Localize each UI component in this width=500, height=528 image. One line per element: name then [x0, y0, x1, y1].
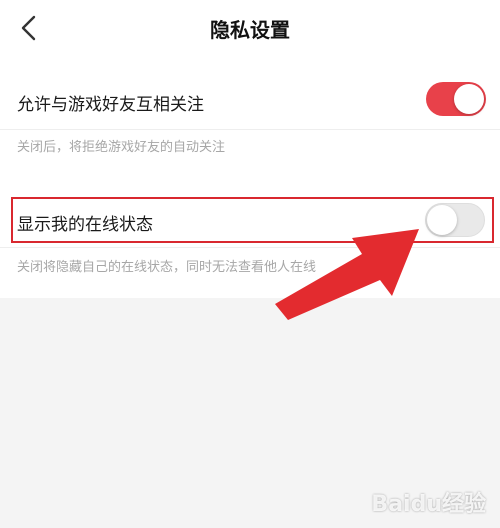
setting-label-online-status: 显示我的在线状态 — [17, 215, 153, 235]
page-title: 隐私设置 — [210, 18, 290, 42]
online-status-toggle[interactable] — [425, 203, 485, 237]
header-bar: 隐私设置 — [0, 0, 500, 58]
divider — [0, 129, 500, 130]
setting-description-mutual-follow: 关闭后，将拒绝游戏好友的自动关注 — [17, 140, 226, 155]
mutual-follow-toggle[interactable] — [426, 82, 486, 116]
settings-panel: 允许与游戏好友互相关注 关闭后，将拒绝游戏好友的自动关注 显示我的在线状态 关闭… — [0, 58, 500, 298]
setting-description-online-status: 关闭将隐藏自己的在线状态，同时无法查看他人在线 — [17, 260, 317, 275]
setting-label-mutual-follow: 允许与游戏好友互相关注 — [17, 95, 204, 115]
watermark-logo: Baidu经验 — [371, 492, 486, 517]
divider — [0, 247, 500, 248]
toggle-knob — [454, 84, 484, 114]
toggle-knob — [427, 205, 457, 235]
